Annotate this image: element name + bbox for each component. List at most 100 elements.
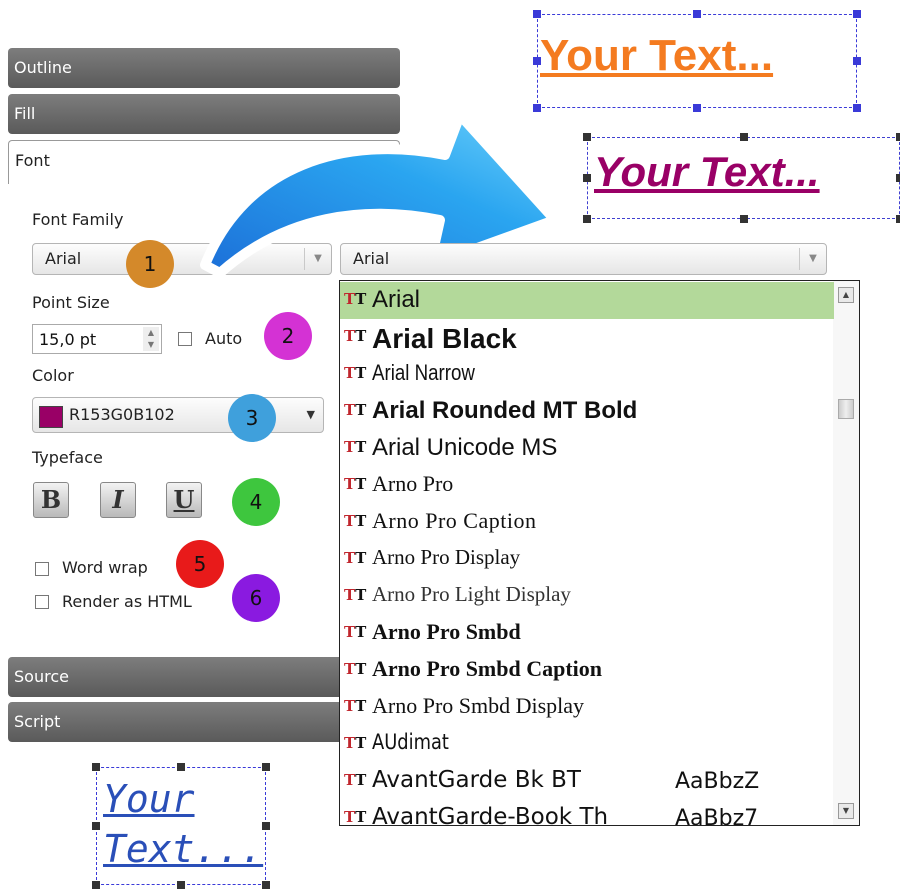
font-list-item[interactable]: TT Arno Pro Smbd Caption (340, 652, 834, 689)
truetype-icon: TT (344, 290, 367, 308)
scroll-thumb[interactable] (838, 399, 854, 419)
resize-handle[interactable] (533, 104, 541, 112)
preview-orange-box[interactable]: Your Text... (537, 14, 857, 108)
resize-handle[interactable] (533, 10, 541, 18)
auto-checkbox[interactable] (178, 332, 192, 346)
font-list-item-label: Arial Black (372, 323, 517, 354)
scroll-down-icon[interactable]: ▼ (838, 803, 854, 819)
truetype-icon: TT (344, 549, 367, 567)
panel-source-header[interactable]: Source (8, 657, 348, 697)
point-size-value: 15,0 pt (39, 330, 97, 349)
resize-handle[interactable] (262, 763, 270, 771)
truetype-icon: TT (344, 734, 367, 752)
resize-handle[interactable] (533, 57, 541, 65)
font-list-item[interactable]: TT Arial Rounded MT Bold (340, 393, 834, 430)
resize-handle[interactable] (262, 881, 270, 889)
color-label: Color (32, 366, 74, 385)
resize-handle[interactable] (583, 174, 591, 182)
resize-handle[interactable] (262, 822, 270, 830)
step-badge-3: 3 (228, 394, 276, 442)
resize-handle[interactable] (92, 822, 100, 830)
step-badge-1: 1 (126, 240, 174, 288)
font-list-item[interactable]: TT Arial Narrow (340, 356, 834, 393)
font-list-item[interactable]: TT Arial (340, 282, 834, 319)
resize-handle[interactable] (693, 104, 701, 112)
font-list-item-label: Arno Pro Smbd Caption (372, 656, 603, 681)
font-list-item-label: AvantGarde-Book Th (372, 804, 609, 826)
point-size-label: Point Size (32, 293, 110, 312)
font-list-item[interactable]: TT AvantGarde-Book Th AaBbz7 (340, 800, 834, 826)
font-list-item-label: Arno Pro (372, 471, 454, 496)
font-list-item[interactable]: TT Arno Pro Smbd (340, 615, 834, 652)
color-dropdown-icon[interactable]: ▼ (307, 398, 315, 432)
font-list-item-label: Arno Pro Light Display (372, 582, 571, 606)
point-size-stepper[interactable]: 15,0 pt ▲ ▼ (32, 324, 162, 354)
resize-handle[interactable] (896, 174, 900, 182)
font-list-item-label: Arial Unicode MS (372, 434, 558, 461)
truetype-icon: TT (344, 364, 367, 382)
bold-button[interactable]: B (33, 482, 69, 518)
resize-handle[interactable] (177, 763, 185, 771)
scrollbar[interactable]: ▲ ▼ (833, 281, 859, 825)
word-wrap-label: Word wrap (62, 558, 148, 577)
preview-blue-text: Your Text... (103, 774, 263, 874)
stepper-up-icon[interactable]: ▲ (143, 327, 159, 339)
underline-button[interactable]: U (166, 482, 202, 518)
resize-handle[interactable] (896, 215, 900, 223)
auto-label: Auto (205, 329, 243, 348)
panel-script-header[interactable]: Script (8, 702, 348, 742)
resize-handle[interactable] (177, 881, 185, 889)
resize-handle[interactable] (693, 10, 701, 18)
resize-handle[interactable] (583, 133, 591, 141)
font-list-item-label: Arial Rounded MT Bold (372, 397, 638, 424)
resize-handle[interactable] (853, 104, 861, 112)
font-list-item[interactable]: TT Arno Pro Light Display (340, 578, 834, 615)
font-dropdown-select[interactable]: Arial ▼ (340, 243, 827, 275)
preview-blue-box[interactable]: Your Text... (96, 767, 266, 885)
truetype-icon: TT (344, 512, 367, 530)
font-list-item-label: Arno Pro Caption (372, 508, 537, 533)
typeface-label: Typeface (32, 448, 103, 467)
preview-purple-box[interactable]: Your Text... (587, 137, 900, 219)
font-list-item[interactable]: TT AUdimat (340, 726, 834, 763)
font-list-item-label: Arial Narrow (372, 360, 475, 385)
preview-blue-line1: Your (103, 777, 195, 821)
font-list-item[interactable]: TT Arno Pro Display (340, 541, 834, 578)
panel-outline-header[interactable]: Outline (8, 48, 400, 88)
resize-handle[interactable] (92, 763, 100, 771)
resize-handle[interactable] (853, 57, 861, 65)
chevron-down-icon[interactable]: ▼ (799, 248, 826, 270)
stepper-down-icon[interactable]: ▼ (143, 339, 159, 351)
truetype-icon: TT (344, 586, 367, 604)
font-list-item[interactable]: TT Arial Unicode MS (340, 430, 834, 467)
resize-handle[interactable] (853, 10, 861, 18)
resize-handle[interactable] (92, 881, 100, 889)
resize-handle[interactable] (739, 215, 748, 223)
word-wrap-checkbox[interactable] (35, 562, 49, 576)
font-sample-label: AaBbz7 (675, 806, 759, 826)
truetype-icon: TT (344, 697, 367, 715)
render-html-checkbox[interactable] (35, 595, 49, 609)
resize-handle[interactable] (583, 215, 591, 223)
step-badge-6: 6 (232, 574, 280, 622)
resize-handle[interactable] (896, 133, 900, 141)
truetype-icon: TT (344, 475, 367, 493)
panel-source-label: Source (14, 667, 69, 686)
font-list-item-label: Arno Pro Smbd (372, 619, 521, 644)
color-select[interactable]: R153G0B102 ▼ (32, 397, 324, 433)
italic-button[interactable]: I (100, 482, 136, 518)
font-list-item[interactable]: TT Arno Pro Caption (340, 504, 834, 541)
font-list-item[interactable]: TT Arial Black (340, 319, 834, 356)
scroll-up-icon[interactable]: ▲ (838, 287, 854, 303)
font-list-item-label: Arno Pro Display (372, 545, 521, 569)
preview-blue-line2: Text... (103, 827, 264, 871)
font-list-item[interactable]: TT Arno Pro (340, 467, 834, 504)
font-list-item-label: AUdimat (372, 730, 449, 754)
font-list-item[interactable]: TT Arno Pro Smbd Display (340, 689, 834, 726)
panel-outline-label: Outline (14, 58, 72, 77)
font-list-item[interactable]: TT AvantGarde Bk BT AaBbzZ (340, 763, 834, 800)
panel-fill-label: Fill (14, 104, 36, 123)
font-family-label: Font Family (32, 210, 124, 229)
preview-purple-text: Your Text... (594, 148, 820, 195)
resize-handle[interactable] (739, 133, 748, 141)
